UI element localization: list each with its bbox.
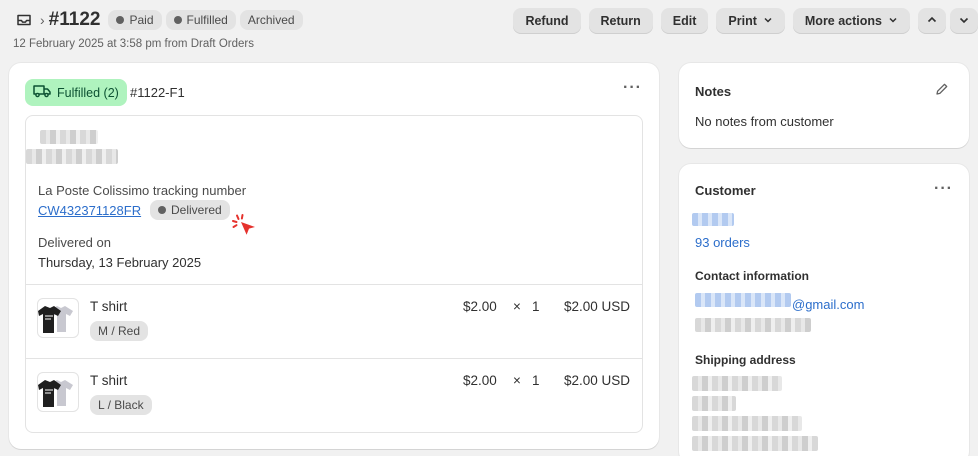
fulfillment-status-badge: Fulfilled (165, 10, 236, 30)
line-total: $2.00 USD (563, 373, 630, 388)
page-title: #1122 (48, 9, 101, 30)
print-button[interactable]: Print (716, 8, 785, 34)
quantity: 1 (532, 373, 540, 388)
multiply-sign: × (513, 299, 521, 314)
customer-card: Customer ··· 93 orders Contact informati… (679, 164, 969, 456)
redacted-email (695, 293, 791, 307)
redacted-address (692, 416, 802, 431)
edit-button[interactable]: Edit (660, 8, 709, 34)
breadcrumb-separator-icon: › (40, 12, 45, 28)
customer-title: Customer (695, 183, 756, 198)
more-options-icon[interactable]: ··· (934, 180, 953, 198)
fulfillment-id: #1122-F1 (130, 85, 185, 100)
product-name[interactable]: T shirt (90, 373, 127, 388)
next-order-button[interactable] (950, 8, 978, 34)
notes-title: Notes (695, 84, 732, 99)
variant-badge: L / Black (90, 395, 152, 415)
header-actions: Refund Return Edit Print More actions (513, 8, 978, 34)
variant-badge: M / Red (90, 321, 149, 341)
redacted-address (692, 436, 818, 451)
truck-icon (33, 84, 57, 101)
notes-text: No notes from customer (695, 114, 834, 129)
delivered-on-date: Thursday, 13 February 2025 (38, 255, 202, 270)
fulfillment-card: Fulfilled (2) #1122-F1 ··· La Poste Coli… (9, 63, 659, 449)
chevron-down-icon (958, 14, 970, 29)
fulfilled-badge-label: Fulfilled (2) (57, 85, 119, 100)
shipping-address-label: Shipping address (695, 353, 796, 367)
pointer-cursor-icon (231, 213, 259, 242)
chevron-down-icon (763, 15, 773, 28)
chevron-up-icon (926, 14, 938, 29)
redacted-customer-name[interactable] (692, 213, 734, 226)
inbox-icon[interactable] (14, 10, 34, 30)
order-subtitle: 12 February 2025 at 3:58 pm from Draft O… (13, 38, 254, 50)
archived-badge: Archived (239, 10, 303, 30)
more-actions-button[interactable]: More actions (792, 8, 910, 34)
tracking-status-badge: Delivered (150, 200, 230, 220)
redacted-address (692, 396, 736, 411)
refund-button[interactable]: Refund (513, 8, 581, 34)
previous-order-button[interactable] (918, 8, 946, 34)
redacted-phone (695, 318, 811, 332)
chevron-down-icon (888, 15, 898, 28)
redacted-location (26, 149, 118, 164)
delivered-on-label: Delivered on (38, 235, 111, 250)
fulfilled-badge: Fulfilled (2) (25, 79, 127, 106)
more-options-icon[interactable]: ··· (623, 79, 642, 97)
redacted-address (692, 376, 782, 391)
product-thumbnail (37, 372, 79, 412)
line-total: $2.00 USD (563, 299, 630, 314)
unit-price: $2.00 (463, 373, 497, 388)
customer-email-link[interactable]: @gmail.com (792, 297, 864, 312)
multiply-sign: × (513, 373, 521, 388)
tracking-number-link[interactable]: CW432371128FR (38, 203, 141, 218)
pencil-icon[interactable] (935, 82, 949, 99)
product-thumbnail (37, 298, 79, 338)
payment-status-badge: Paid (108, 10, 162, 30)
customer-orders-link[interactable]: 93 orders (695, 235, 750, 250)
contact-information-label: Contact information (695, 269, 809, 283)
fulfillment-details: La Poste Colissimo tracking number CW432… (25, 115, 643, 433)
quantity: 1 (532, 299, 540, 314)
redacted-location (40, 130, 98, 144)
product-name[interactable]: T shirt (90, 299, 127, 314)
page-header: › #1122 Paid Fulfilled Archived 12 Febru… (0, 0, 978, 56)
line-item[interactable]: T shirt M / Red $2.00 × 1 $2.00 USD (26, 284, 642, 358)
line-item[interactable]: T shirt L / Black $2.00 × 1 $2.00 USD (26, 358, 642, 432)
unit-price: $2.00 (463, 299, 497, 314)
notes-card: Notes No notes from customer (679, 63, 969, 148)
return-button[interactable]: Return (588, 8, 653, 34)
tracking-label: La Poste Colissimo tracking number (38, 183, 247, 198)
breadcrumb: › #1122 Paid Fulfilled Archived (14, 9, 307, 31)
